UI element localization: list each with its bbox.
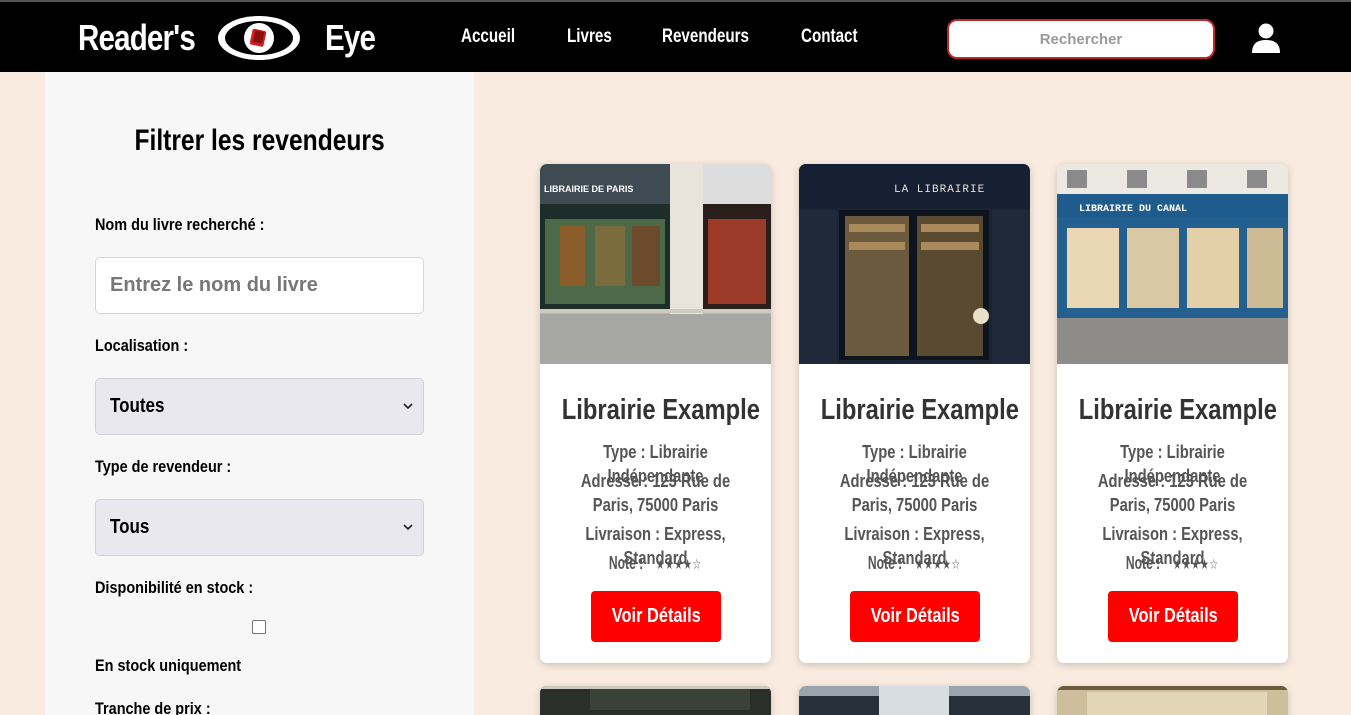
seller-type-select[interactable]: Tous — [95, 499, 424, 556]
search-input[interactable] — [947, 19, 1215, 59]
bookshop-photo — [799, 686, 1030, 715]
rating-label: Note : — [1125, 553, 1160, 573]
seller-rating: Note : ★★★★☆ — [540, 551, 771, 576]
sidebar-title: Filtrer les revendeurs — [134, 124, 385, 157]
book-name-input[interactable] — [95, 257, 424, 314]
seller-address: Adresse : 123 Rue de Paris, 75000 Paris — [839, 471, 990, 515]
seller-card-partial — [799, 686, 1030, 715]
rating-stars: ★★★★☆ — [1172, 556, 1219, 572]
seller-rating: Note : ★★★★☆ — [1057, 551, 1288, 576]
in-stock-checkbox-label[interactable]: En stock uniquement — [95, 656, 241, 676]
bookshop-photo — [1057, 686, 1288, 715]
nav-link-revendeurs[interactable]: Revendeurs — [662, 26, 773, 48]
seller-name: Librairie Example — [1078, 394, 1278, 426]
seller-address: Adresse : 123 Rue de Paris, 75000 Paris — [580, 471, 731, 515]
book-name-label: Nom du livre recherché : — [95, 215, 265, 234]
seller-rating: Note : ★★★★☆ — [799, 551, 1030, 576]
seller-name: Librairie Example — [561, 394, 761, 426]
chevron-down-icon — [403, 403, 413, 410]
price-range-label: Tranche de prix : — [95, 699, 211, 715]
filter-sidebar: Filtrer les revendeurs Nom du livre rech… — [45, 72, 474, 715]
main-nav: Accueil Livres Revendeurs Contact — [461, 26, 891, 48]
stock-label: Disponibilité en stock : — [95, 578, 254, 597]
in-stock-checkbox[interactable] — [252, 620, 266, 634]
bookshop-photo: LA LIBRAIRIE — [799, 164, 1030, 364]
bookshop-photo: LIBRAIRIE DU CANAL — [1057, 164, 1288, 364]
seller-address: Adresse : 123 Rue de Paris, 75000 Paris — [1097, 471, 1248, 515]
seller-card-partial — [1057, 686, 1288, 715]
seller-type-label: Type de revendeur : — [95, 457, 232, 476]
seller-card: LIBRAIRIE DE PARIS Librairie Example Typ… — [540, 164, 771, 663]
location-label: Localisation : — [95, 336, 189, 355]
photo-sign-text: LIBRAIRIE DU CANAL — [1079, 204, 1187, 215]
seller-card: LIBRAIRIE DU CANAL Librairie Example Typ… — [1057, 164, 1288, 663]
location-select[interactable]: Toutes — [95, 378, 424, 435]
eye-logo-icon — [217, 16, 300, 60]
brand-logo[interactable]: Reader's Eye — [78, 14, 386, 62]
brand-word-right: Eye — [324, 17, 376, 58]
view-details-button[interactable]: Voir Détails — [1108, 591, 1238, 642]
nav-link-livres[interactable]: Livres — [567, 26, 643, 48]
nav-link-contact[interactable]: Contact — [801, 26, 873, 48]
chevron-down-icon — [403, 524, 413, 531]
rating-label: Note : — [867, 553, 902, 573]
view-details-button[interactable]: Voir Détails — [591, 591, 721, 642]
view-details-button[interactable]: Voir Détails — [850, 591, 980, 642]
seller-card: LA LIBRAIRIE Librairie Example Type : Li… — [799, 164, 1030, 663]
user-account-icon[interactable] — [1250, 22, 1282, 54]
location-select-value: Toutes — [110, 395, 165, 417]
photo-sign-text: LA LIBRAIRIE — [894, 184, 985, 196]
rating-stars: ★★★★☆ — [655, 556, 702, 572]
bookshop-photo: LIBRAIRIE DE PARIS — [540, 164, 771, 364]
rating-stars: ★★★★☆ — [914, 556, 961, 572]
rating-label: Note : — [608, 553, 643, 573]
seller-name: Librairie Example — [820, 394, 1020, 426]
seller-card-partial — [540, 686, 771, 715]
nav-link-accueil[interactable]: Accueil — [461, 26, 546, 48]
seller-type-select-value: Tous — [110, 516, 150, 538]
photo-sign-text: LIBRAIRIE DE PARIS — [544, 184, 633, 194]
brand-word-left: Reader's — [78, 17, 196, 58]
bookshop-photo — [540, 686, 771, 715]
navbar: Reader's Eye Accueil Livres Revendeurs C… — [0, 0, 1351, 72]
